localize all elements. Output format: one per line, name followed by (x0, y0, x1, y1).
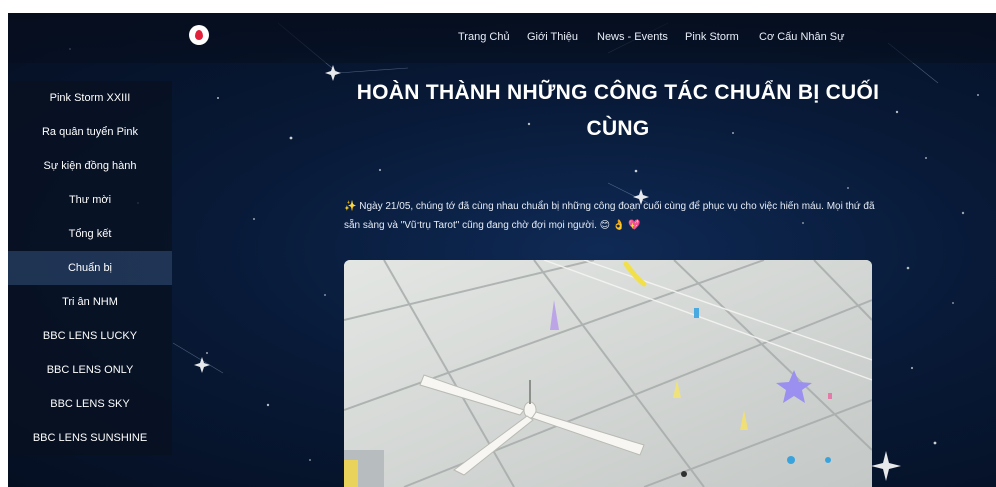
sidebar-item-label: Tổng kết (68, 228, 112, 240)
sidebar-item-bbc-lens-sky[interactable]: BBC LENS SKY (8, 387, 172, 421)
sidebar-item-tong-ket[interactable]: Tổng kết (8, 217, 172, 251)
nav-link-trang-chu[interactable]: Trang Chủ (458, 31, 510, 43)
sidebar-item-label: BBC LENS ONLY (46, 364, 134, 376)
sidebar-item-chuan-bi[interactable]: Chuẩn bị (8, 251, 172, 285)
page-frame: Trang Chủ Giới Thiệu News - Events Pink … (8, 13, 996, 487)
sidebar-item-thu-moi[interactable]: Thư mời (8, 183, 172, 217)
sidebar-item-label: Chuẩn bị (67, 262, 113, 274)
sidebar-item-bbc-lens-lucky[interactable]: BBC LENS LUCKY (8, 319, 172, 353)
sidebar-item-label: BBC LENS SUNSHINE (32, 432, 148, 444)
sidebar-item-su-kien-dong-hanh[interactable]: Sự kiện đồng hành (8, 149, 172, 183)
nav-link-co-cau-nhan-su[interactable]: Cơ Cấu Nhân Sự (759, 31, 845, 43)
sidebar-item-label: Sự kiện đồng hành (43, 160, 137, 172)
article-title: HOÀN THÀNH NHỮNG CÔNG TÁC CHUẨN BỊ CUỐI … (338, 75, 898, 147)
sparkles-icon: ✨ (344, 201, 357, 212)
sidebar-item-label: BBC LENS SKY (50, 398, 130, 410)
article-title-line-2: CÙNG (586, 117, 650, 140)
sidebar-item-pink-storm-xxiii[interactable]: Pink Storm XXIII (8, 81, 172, 115)
nav-link-gioi-thieu[interactable]: Giới Thiệu (527, 31, 578, 43)
sidebar-item-bbc-lens-only[interactable]: BBC LENS ONLY (8, 353, 172, 387)
sidebar-item-tri-an-nhm[interactable]: Tri ân NHM (8, 285, 172, 319)
article-photo (344, 260, 872, 487)
article-intro: ✨ Ngày 21/05, chúng tớ đã cùng nhau chuẩ… (344, 197, 890, 235)
sidebar-item-ra-quan-tuyen-pink[interactable]: Ra quân tuyển Pink (8, 115, 172, 149)
main-nav: Trang Chủ Giới Thiệu News - Events Pink … (8, 31, 996, 47)
sidebar-item-label: BBC LENS LUCKY (42, 330, 138, 342)
sidebar-item-label: Pink Storm XXIII (49, 92, 131, 104)
nav-link-news-events[interactable]: News - Events (597, 31, 668, 43)
ceiling-photo-illustration (344, 260, 872, 487)
article-title-line-1: HOÀN THÀNH NHỮNG CÔNG TÁC CHUẨN BỊ CUỐI (356, 81, 880, 104)
sidebar-item-label: Ra quân tuyển Pink (41, 126, 138, 138)
top-navbar: Trang Chủ Giới Thiệu News - Events Pink … (8, 13, 996, 63)
sidebar-item-label: Tri ân NHM (62, 296, 118, 308)
nav-link-pink-storm[interactable]: Pink Storm (685, 31, 739, 43)
sidebar-item-bbc-lens-sunshine[interactable]: BBC LENS SUNSHINE (8, 421, 172, 455)
sidebar-item-label: Thư mời (68, 194, 112, 206)
emoji-icons: 😊 👌 💖 (599, 220, 641, 231)
sidebar: Pink Storm XXIII Ra quân tuyển Pink Sự k… (8, 81, 172, 487)
